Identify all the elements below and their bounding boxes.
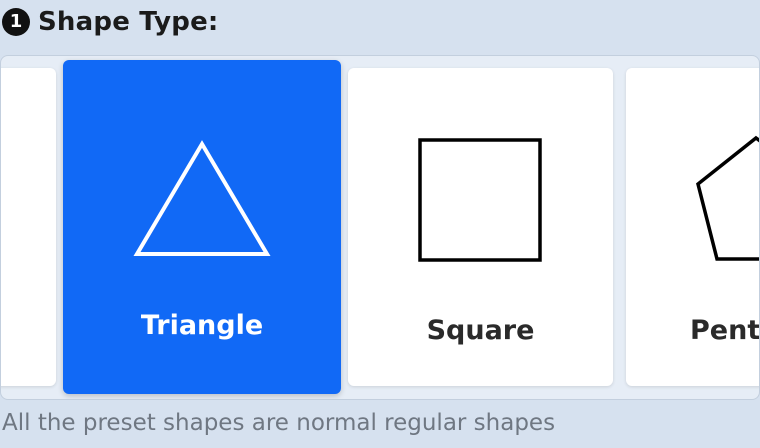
shape-card-label: Penta: [690, 315, 760, 346]
shape-type-footnote: All the preset shapes are normal regular…: [2, 410, 556, 436]
shape-card-triangle[interactable]: Triangle: [63, 60, 341, 394]
pentagon-icon: [696, 135, 759, 261]
shape-card-label: Square: [426, 315, 535, 346]
shape-card-pentagon[interactable]: Penta: [626, 68, 760, 386]
shape-card-label: Triangle: [140, 310, 264, 341]
shape-card-square[interactable]: Square: [348, 68, 613, 386]
step-number-badge: 1: [2, 8, 30, 36]
section-title: Shape Type:: [38, 7, 219, 37]
square-icon: [418, 138, 542, 262]
shape-type-carousel[interactable]: Triangle Square Penta: [0, 55, 760, 400]
triangle-icon: [133, 140, 271, 256]
shape-card-partial[interactable]: [1, 68, 56, 386]
section-header: 1 Shape Type:: [0, 4, 219, 40]
